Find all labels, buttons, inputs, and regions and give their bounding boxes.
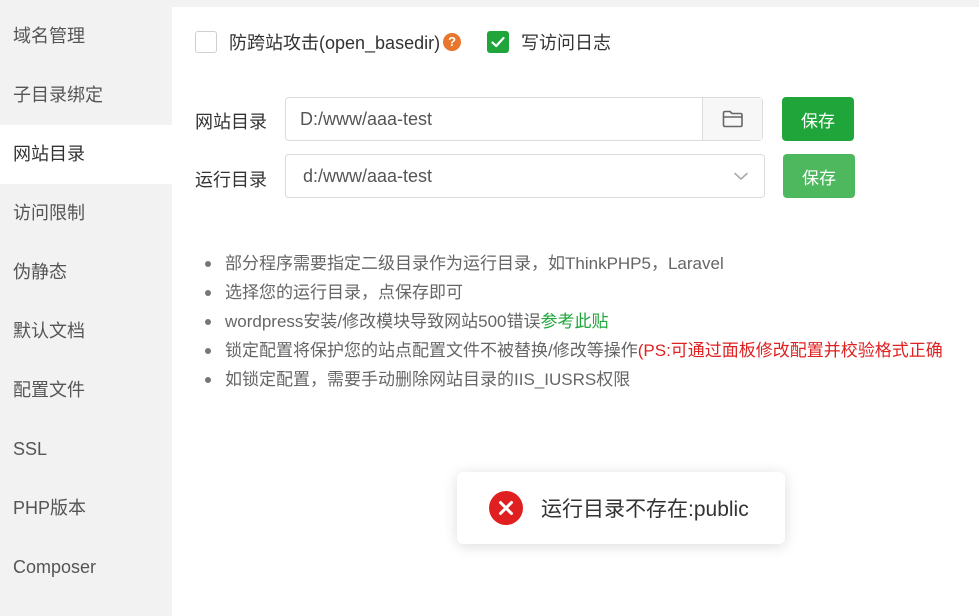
list-item: 锁定配置将保护您的站点配置文件不被替换/修改等操作(PS:可通过面板修改配置并校… xyxy=(205,336,943,365)
access-log-label: 写访问日志 xyxy=(521,33,611,53)
top-strip xyxy=(172,0,979,7)
toast-message: 运行目录不存在:public xyxy=(541,498,749,521)
sidebar: 域名管理 子目录绑定 网站目录 访问限制 伪静态 默认文档 配置文件 SSL P… xyxy=(0,0,172,616)
sidebar-item-rewrite[interactable]: 伪静态 xyxy=(0,243,172,302)
access-log-checkbox[interactable] xyxy=(487,31,509,53)
anti-xss-checkbox[interactable] xyxy=(195,31,217,53)
browse-folder-button[interactable] xyxy=(702,98,762,140)
tip-text: wordpress安装/修改模块导致网站500错误 xyxy=(225,312,541,331)
sidebar-item-site-dir[interactable]: 网站目录 xyxy=(0,125,172,184)
site-dir-value: D:/www/aaa-test xyxy=(300,109,433,129)
site-dir-save-button[interactable]: 保存 xyxy=(782,97,854,141)
tip-warning-text: (PS:可通过面板修改配置并校验格式正确 xyxy=(637,341,943,360)
tip-text: 部分程序需要指定二级目录作为运行目录，如ThinkPHP5，Laravel xyxy=(225,254,724,273)
list-item: wordpress安装/修改模块导致网站500错误参考此贴 xyxy=(205,307,943,336)
tip-text: 如锁定配置，需要手动删除网站目录的IIS_IUSRS权限 xyxy=(225,370,631,389)
tip-text: 选择您的运行目录，点保存即可 xyxy=(225,283,463,302)
sidebar-item-access-limit[interactable]: 访问限制 xyxy=(0,184,172,243)
error-icon xyxy=(489,491,523,525)
reference-link[interactable]: 参考此贴 xyxy=(541,312,609,331)
run-dir-save-button[interactable]: 保存 xyxy=(783,154,855,198)
folder-icon xyxy=(722,110,743,128)
site-dir-input[interactable]: D:/www/aaa-test xyxy=(285,97,763,141)
access-log-option[interactable]: 写访问日志 xyxy=(487,29,611,55)
error-toast: 运行目录不存在:public xyxy=(457,472,785,544)
anti-xss-option[interactable]: 防跨站攻击(open_basedir) ? xyxy=(195,29,462,55)
sidebar-item-default-doc[interactable]: 默认文档 xyxy=(0,302,172,361)
run-dir-select[interactable]: d:/www/aaa-test xyxy=(285,154,765,198)
list-item: 如锁定配置，需要手动删除网站目录的IIS_IUSRS权限 xyxy=(205,365,943,394)
run-dir-label: 运行目录 xyxy=(195,170,267,190)
run-dir-value: d:/www/aaa-test xyxy=(303,166,433,186)
tip-text: 锁定配置将保护您的站点配置文件不被替换/修改等操作 xyxy=(225,341,638,360)
sidebar-item-composer[interactable]: Composer xyxy=(0,538,172,597)
checkmark-icon xyxy=(491,36,505,48)
sidebar-item-config-file[interactable]: 配置文件 xyxy=(0,361,172,420)
sidebar-item-subdir[interactable]: 子目录绑定 xyxy=(0,66,172,125)
list-item: 选择您的运行目录，点保存即可 xyxy=(205,278,943,307)
tips-list: 部分程序需要指定二级目录作为运行目录，如ThinkPHP5，Laravel 选择… xyxy=(205,249,943,394)
anti-xss-label: 防跨站攻击(open_basedir) xyxy=(229,33,441,53)
list-item: 部分程序需要指定二级目录作为运行目录，如ThinkPHP5，Laravel xyxy=(205,249,943,278)
chevron-down-icon xyxy=(734,172,748,180)
sidebar-item-php-version[interactable]: PHP版本 xyxy=(0,479,172,538)
site-dir-label: 网站目录 xyxy=(195,112,267,132)
question-icon[interactable]: ? xyxy=(443,33,462,51)
sidebar-item-domain[interactable]: 域名管理 xyxy=(0,7,172,66)
sidebar-item-ssl[interactable]: SSL xyxy=(0,420,172,479)
